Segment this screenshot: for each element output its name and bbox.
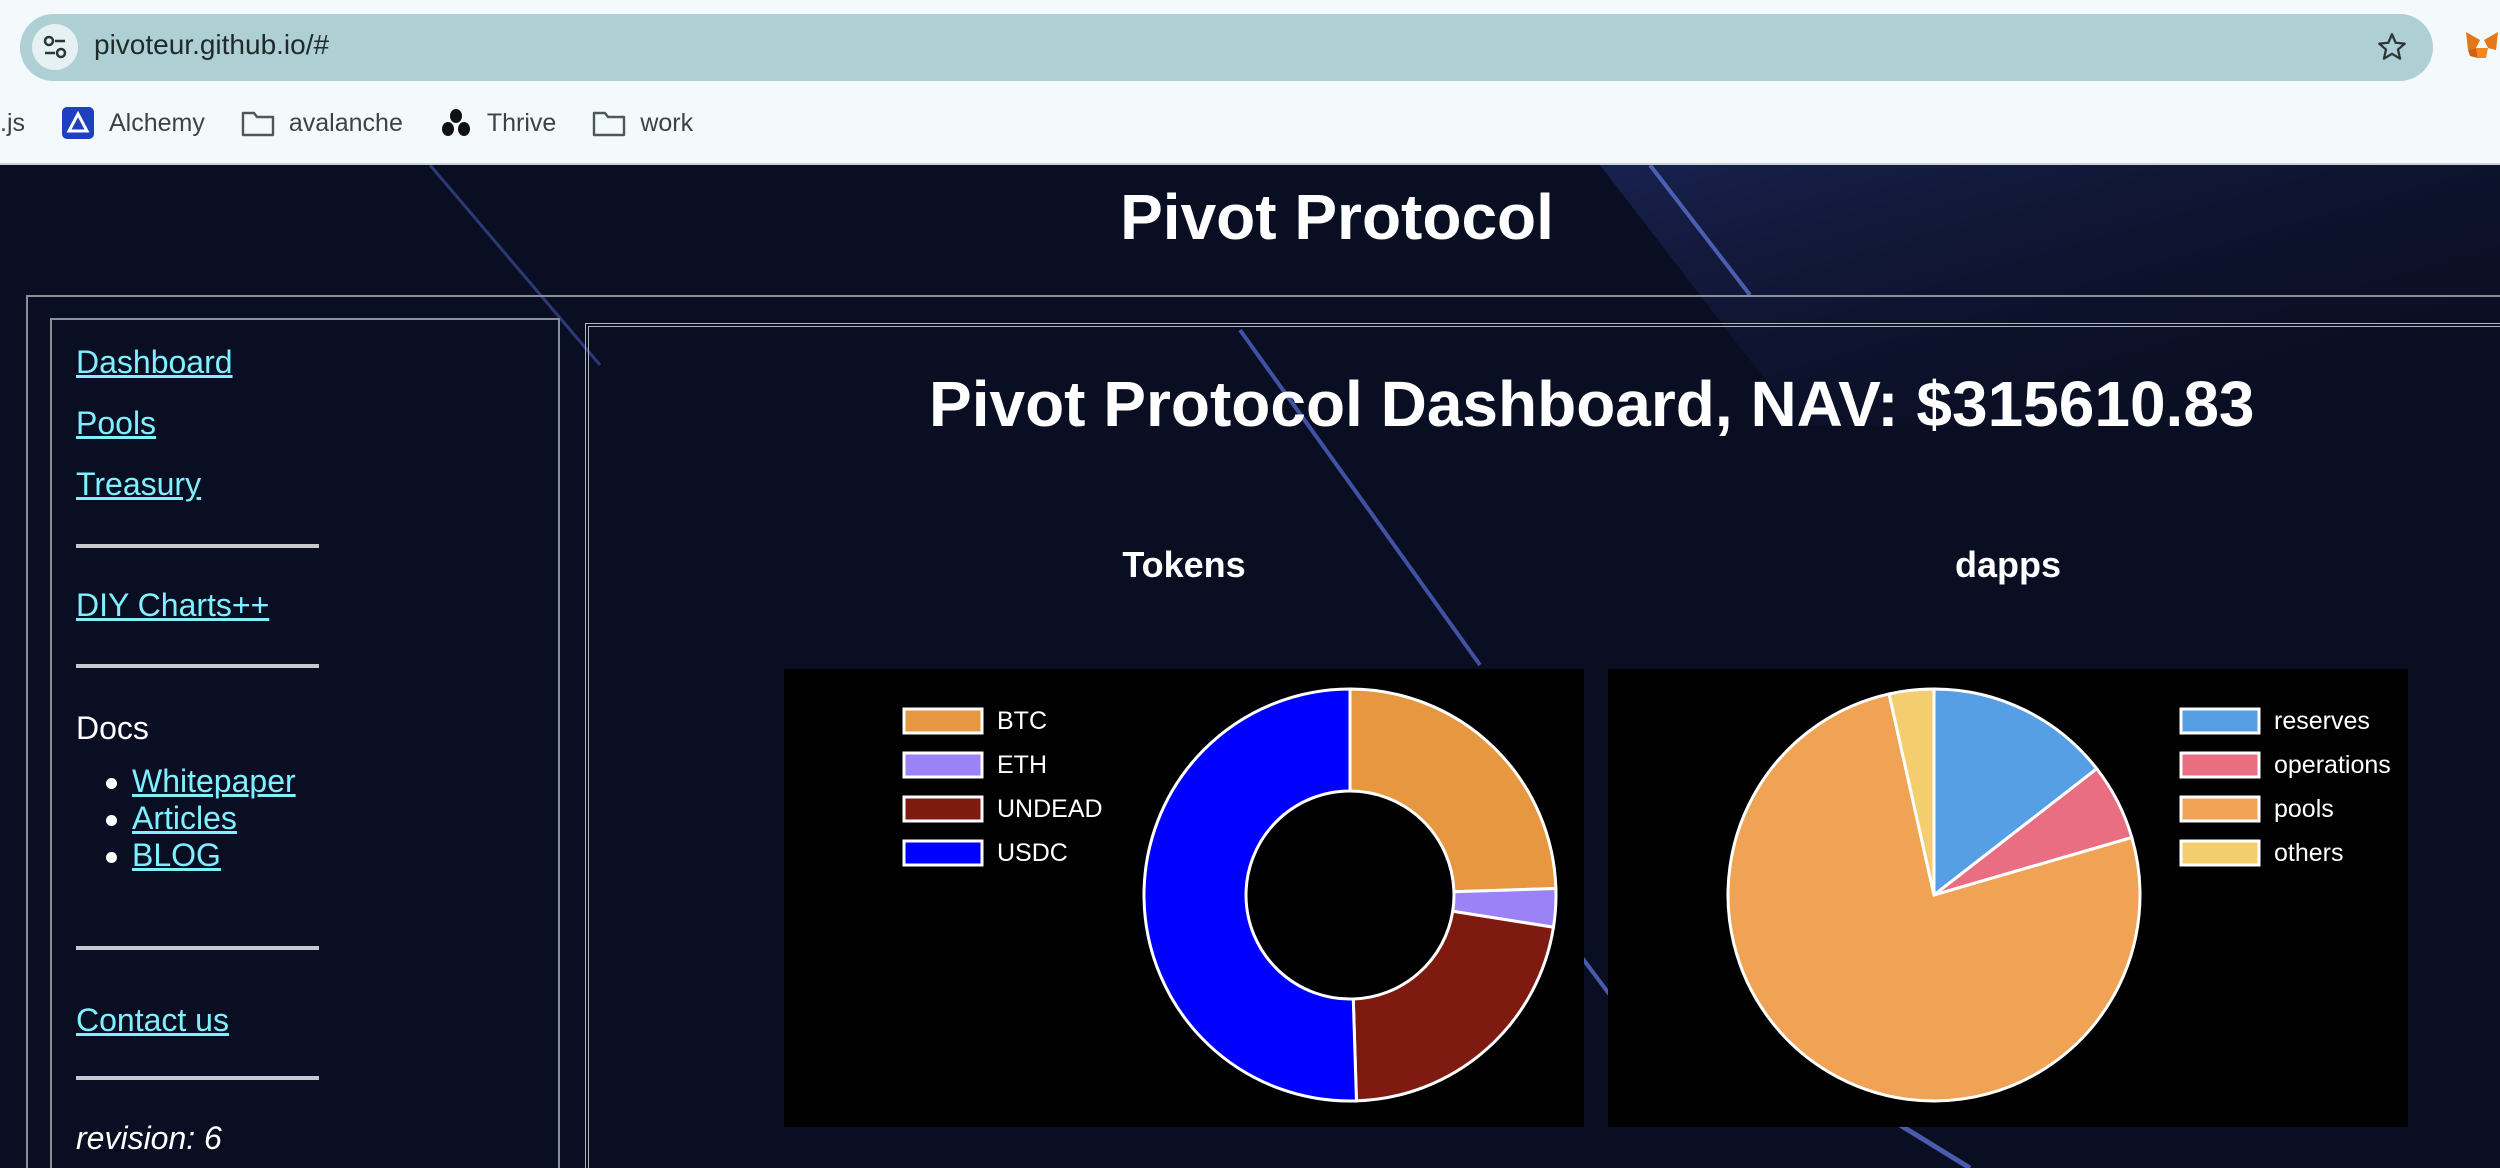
legend-label-usdc[interactable]: USDC — [997, 839, 1068, 867]
thrive-icon — [439, 106, 473, 140]
page: Pivot Protocol Dashboard Pools Treasury … — [0, 165, 2500, 1168]
nav-contact-us[interactable]: Contact us — [76, 1002, 229, 1039]
bookmark-alchemy[interactable]: Alchemy — [61, 100, 205, 146]
divider — [76, 946, 319, 950]
docs-item-blog: BLOG — [106, 837, 221, 874]
docs-heading: Docs — [76, 710, 149, 746]
tokens-chart-title: Tokens — [1122, 544, 1246, 585]
slice-usdc[interactable] — [1142, 687, 1359, 1103]
main-content: Pivot Protocol Dashboard, NAV: $315610.8… — [585, 323, 2500, 1168]
legend-label-undead[interactable]: UNDEAD — [997, 795, 1103, 823]
page-title: Pivot Protocol — [1120, 181, 1554, 253]
dashboard-title: Pivot Protocol Dashboard, NAV: $315610.8… — [929, 368, 2255, 440]
site-info-icon[interactable] — [32, 24, 78, 70]
nav-treasury[interactable]: Treasury — [76, 466, 201, 503]
legend-label-reserves[interactable]: reserves — [2274, 707, 2370, 735]
bookmark-label: .js — [0, 108, 25, 137]
nav-dashboard[interactable]: Dashboard — [76, 344, 233, 381]
divider — [76, 664, 319, 668]
slice-btc[interactable] — [1348, 687, 1558, 894]
legend-label-operations[interactable]: operations — [2274, 751, 2391, 779]
bookmark-thrive[interactable]: Thrive — [439, 100, 556, 146]
bullet — [106, 778, 117, 789]
folder-icon — [592, 106, 626, 140]
url-text[interactable]: pivoteur.github.io/# — [94, 29, 329, 61]
revision-label: revision: 6 — [76, 1120, 222, 1156]
legend-swatch-reserves[interactable] — [2179, 707, 2261, 735]
dapps-chart: reserves operations pools others — [1608, 669, 2408, 1127]
slice-undead[interactable] — [1351, 909, 1556, 1103]
divider — [76, 544, 319, 548]
legend-swatch-pools[interactable] — [2179, 795, 2261, 823]
bookmark-avalanche[interactable]: avalanche — [241, 100, 403, 146]
metamask-fox-icon[interactable] — [2462, 26, 2500, 66]
legend-label-others[interactable]: others — [2274, 839, 2343, 867]
bullet — [106, 852, 117, 863]
legend-label-eth[interactable]: ETH — [997, 751, 1047, 779]
nav-diy-charts[interactable]: DIY Charts++ — [76, 587, 269, 624]
bookmark-label: avalanche — [288, 108, 403, 137]
nav-pools[interactable]: Pools — [76, 405, 156, 442]
legend-swatch-operations[interactable] — [2179, 751, 2261, 779]
sidebar: Dashboard Pools Treasury DIY Charts++ Do… — [50, 318, 560, 1168]
legend-swatch-others[interactable] — [2179, 839, 2261, 867]
bookmarks-bar: .js Alchemy avalanche Thrive work — [0, 100, 729, 146]
legend-swatch-undead[interactable] — [902, 795, 984, 823]
tokens-doughnut-chart: BTC ETH UNDEAD USDC — [902, 687, 1558, 1103]
bookmark-js[interactable]: .js — [0, 100, 25, 146]
bookmark-label: Alchemy — [109, 108, 205, 137]
legend-label-btc[interactable]: BTC — [997, 707, 1047, 735]
legend-swatch-btc[interactable] — [902, 707, 984, 735]
tokens-chart: BTC ETH UNDEAD USDC — [784, 669, 1584, 1127]
dapps-chart-title: dapps — [1954, 544, 2061, 585]
divider — [76, 1076, 319, 1080]
legend-swatch-eth[interactable] — [902, 751, 984, 779]
legend-swatch-usdc[interactable] — [902, 839, 984, 867]
bookmark-label: work — [640, 108, 694, 137]
folder-icon — [241, 106, 275, 140]
docs-item-whitepaper: Whitepaper — [106, 763, 296, 800]
browser-chrome: pivoteur.github.io/# .js Alchemy avalanc… — [0, 0, 2500, 165]
bullet — [106, 815, 117, 826]
docs-item-articles: Articles — [106, 800, 237, 837]
address-bar[interactable]: pivoteur.github.io/# — [20, 14, 2433, 81]
legend-label-pools[interactable]: pools — [2274, 795, 2334, 823]
bookmark-work[interactable]: work — [592, 100, 693, 146]
bookmark-star-icon[interactable] — [2369, 24, 2415, 70]
alchemy-icon — [61, 106, 95, 140]
whitepaper-link[interactable]: Whitepaper — [132, 763, 296, 799]
bookmark-label: Thrive — [486, 108, 557, 137]
dapps-pie-chart: reserves operations pools others — [1726, 687, 2391, 1103]
articles-link[interactable]: Articles — [132, 800, 237, 836]
blog-link[interactable]: BLOG — [132, 837, 221, 873]
